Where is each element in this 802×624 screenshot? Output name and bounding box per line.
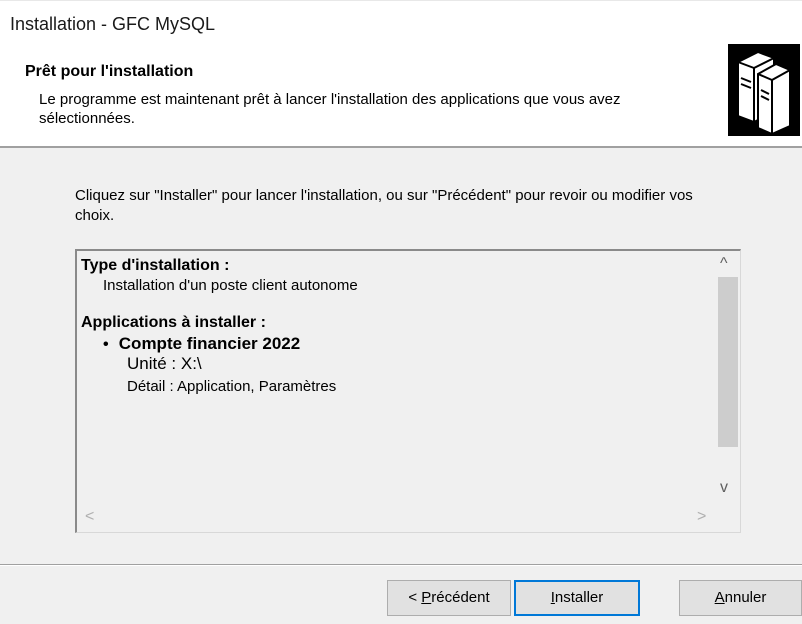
- scroll-right-icon[interactable]: >: [697, 508, 706, 526]
- summary-memo[interactable]: Type d'installation : Installation d'un …: [75, 249, 741, 533]
- bullet: •: [103, 336, 109, 353]
- scroll-left-icon[interactable]: <: [85, 508, 94, 526]
- window-title: Installation - GFC MySQL: [10, 14, 216, 34]
- page-heading: Prêt pour l'installation: [25, 63, 194, 80]
- page-subtitle: Le programme est maintenant prêt à lance…: [39, 91, 621, 127]
- title-bar: Installation - GFC MySQL: [0, 0, 802, 40]
- horizontal-scrollbar[interactable]: < >: [77, 504, 717, 532]
- wizard-header: Prêt pour l'installation Le programme es…: [0, 40, 802, 144]
- app-detail: Détail : Application, Paramètres: [127, 378, 337, 395]
- instructions-text: Cliquez sur "Installer" pour lancer l'in…: [75, 187, 693, 224]
- scroll-thumb[interactable]: [718, 277, 738, 447]
- install-button[interactable]: Installer: [514, 580, 640, 616]
- wizard-body: Cliquez sur "Installer" pour lancer l'in…: [0, 148, 802, 564]
- app-name: Compte financier 2022: [118, 334, 301, 353]
- apps-label: Applications à installer :: [81, 314, 266, 331]
- scroll-down-icon[interactable]: v: [720, 479, 728, 497]
- app-list-item: • Compte financier 2022: [81, 334, 711, 354]
- cancel-button[interactable]: Annuler: [679, 580, 802, 616]
- vertical-scrollbar[interactable]: ^ v: [716, 251, 740, 505]
- server-computers-icon: [728, 44, 800, 136]
- wizard-footer: < Précédent Installer Annuler: [0, 566, 802, 624]
- summary-content: Type d'installation : Installation d'un …: [81, 255, 711, 395]
- back-button[interactable]: < Précédent: [387, 580, 511, 616]
- app-unit: Unité : X:\: [127, 354, 202, 373]
- install-type-label: Type d'installation :: [81, 257, 230, 274]
- install-type-value: Installation d'un poste client autonome: [103, 277, 358, 294]
- scroll-up-icon[interactable]: ^: [720, 255, 728, 273]
